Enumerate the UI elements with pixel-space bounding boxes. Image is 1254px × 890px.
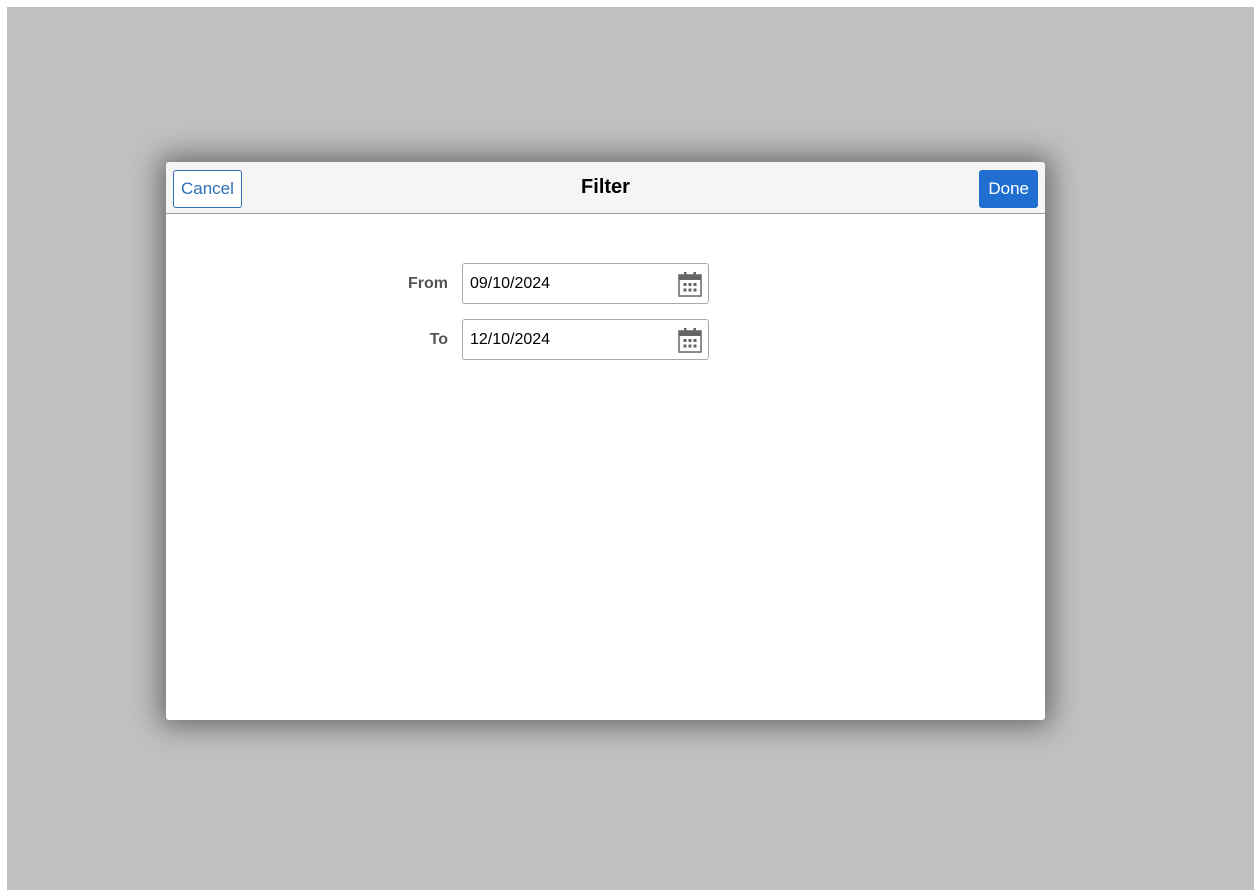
cancel-button[interactable]: Cancel xyxy=(173,170,242,208)
to-date-field xyxy=(462,319,709,360)
dialog-title: Filter xyxy=(581,176,630,198)
to-label: To xyxy=(429,331,448,348)
calendar-icon xyxy=(678,271,702,297)
calendar-icon xyxy=(678,327,702,353)
to-date-input[interactable] xyxy=(463,320,663,359)
to-calendar-button[interactable] xyxy=(675,325,705,354)
from-label: From xyxy=(408,275,448,292)
from-date-row: From xyxy=(166,263,1045,304)
filter-dialog: Cancel Filter Done From 09/10/2024 To 12… xyxy=(166,162,1045,720)
from-date-field xyxy=(462,263,709,304)
done-button[interactable]: Done xyxy=(979,170,1038,208)
from-calendar-button[interactable] xyxy=(675,269,705,298)
to-date-row: To xyxy=(166,319,1045,360)
dialog-header: Cancel Filter Done xyxy=(166,162,1045,214)
from-date-input[interactable] xyxy=(463,264,663,303)
